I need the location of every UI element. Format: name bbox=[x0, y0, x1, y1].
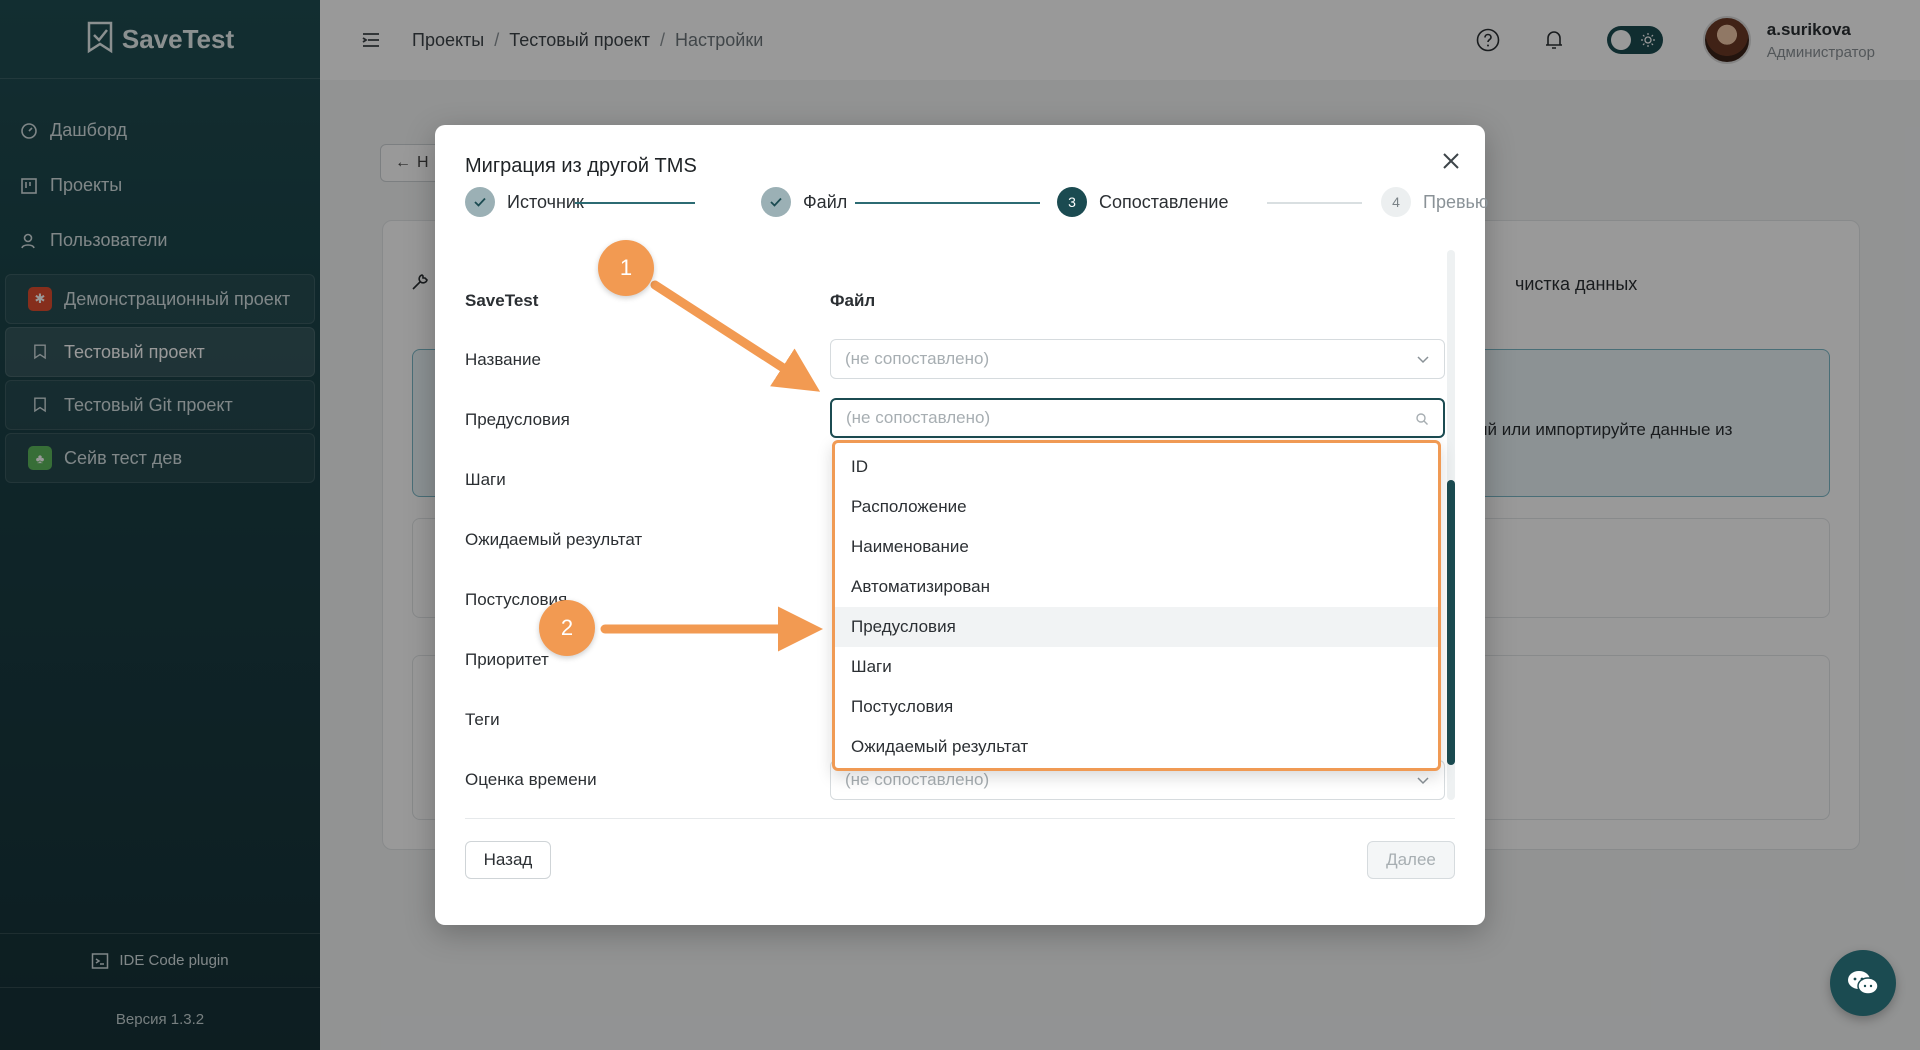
step-preview: 4 Превью bbox=[1381, 187, 1488, 217]
step-label: Превью bbox=[1423, 191, 1489, 212]
dropdown-option-title[interactable]: Наименование bbox=[835, 527, 1438, 567]
chevron-down-icon bbox=[1417, 356, 1429, 364]
modal-footer-divider bbox=[465, 818, 1455, 819]
dropdown-option-id[interactable]: ID bbox=[835, 447, 1438, 487]
field-label-priority: Приоритет bbox=[465, 650, 549, 669]
step-mapping: 3 Сопоставление bbox=[1057, 187, 1229, 217]
dropdown-option-expected[interactable]: Ожидаемый результат bbox=[835, 727, 1438, 767]
dropdown-option-steps[interactable]: Шаги bbox=[835, 647, 1438, 687]
chat-icon bbox=[1848, 971, 1879, 995]
annotation-marker-2: 2 bbox=[539, 600, 595, 656]
step-source: Источник bbox=[465, 187, 584, 217]
step-label: Файл bbox=[803, 191, 848, 212]
step-label: Сопоставление bbox=[1099, 191, 1229, 212]
dropdown-option-automated[interactable]: Автоматизирован bbox=[835, 567, 1438, 607]
column-header-savetest: SaveTest bbox=[465, 291, 539, 310]
mapping-select-name[interactable]: (не сопоставлено) bbox=[830, 339, 1445, 379]
step-label: Источник bbox=[507, 191, 584, 212]
field-label-tags: Теги bbox=[465, 710, 500, 729]
column-header-file: Файл bbox=[830, 291, 876, 310]
dropdown-option-location[interactable]: Расположение bbox=[835, 487, 1438, 527]
step-file: Файл bbox=[761, 187, 847, 217]
step-number: 3 bbox=[1057, 187, 1087, 217]
chat-button[interactable] bbox=[1830, 950, 1896, 1016]
select-search-placeholder: (не сопоставлено) bbox=[846, 408, 991, 427]
dropdown-option-postconditions[interactable]: Постусловия bbox=[835, 687, 1438, 727]
annotation-marker-1: 1 bbox=[598, 240, 654, 296]
next-button[interactable]: Далее bbox=[1367, 841, 1455, 879]
migration-modal: Миграция из другой TMS Источник Файл 3 С… bbox=[435, 125, 1488, 925]
field-label-time-estimate: Оценка времени bbox=[465, 770, 597, 789]
mapping-select-preconditions[interactable]: (не сопоставлено) bbox=[830, 398, 1445, 438]
step-number: 4 bbox=[1381, 187, 1411, 217]
check-icon bbox=[465, 187, 495, 217]
chevron-down-icon bbox=[1417, 777, 1429, 785]
step-connector bbox=[1267, 202, 1362, 204]
field-label-preconditions: Предусловия bbox=[465, 410, 570, 429]
mapping-dropdown: ID Расположение Наименование Автоматизир… bbox=[832, 440, 1441, 771]
back-button[interactable]: Назад bbox=[465, 841, 551, 879]
step-connector bbox=[855, 202, 1040, 204]
field-label-steps: Шаги bbox=[465, 470, 506, 489]
stepper: Источник Файл 3 Сопоставление 4 Превью bbox=[465, 187, 1488, 219]
search-icon bbox=[1416, 413, 1428, 425]
close-icon[interactable] bbox=[1439, 149, 1463, 173]
step-connector bbox=[575, 202, 695, 204]
field-label-expected: Ожидаемый результат bbox=[465, 530, 643, 549]
select-value: (не сопоставлено) bbox=[845, 770, 990, 789]
field-label-name: Название bbox=[465, 350, 541, 369]
modal-scrollbar-thumb[interactable] bbox=[1447, 480, 1455, 765]
dropdown-option-preconditions[interactable]: Предусловия bbox=[835, 607, 1438, 647]
select-value: (не сопоставлено) bbox=[845, 349, 990, 368]
modal-title: Миграция из другой TMS bbox=[465, 155, 697, 177]
check-icon bbox=[761, 187, 791, 217]
